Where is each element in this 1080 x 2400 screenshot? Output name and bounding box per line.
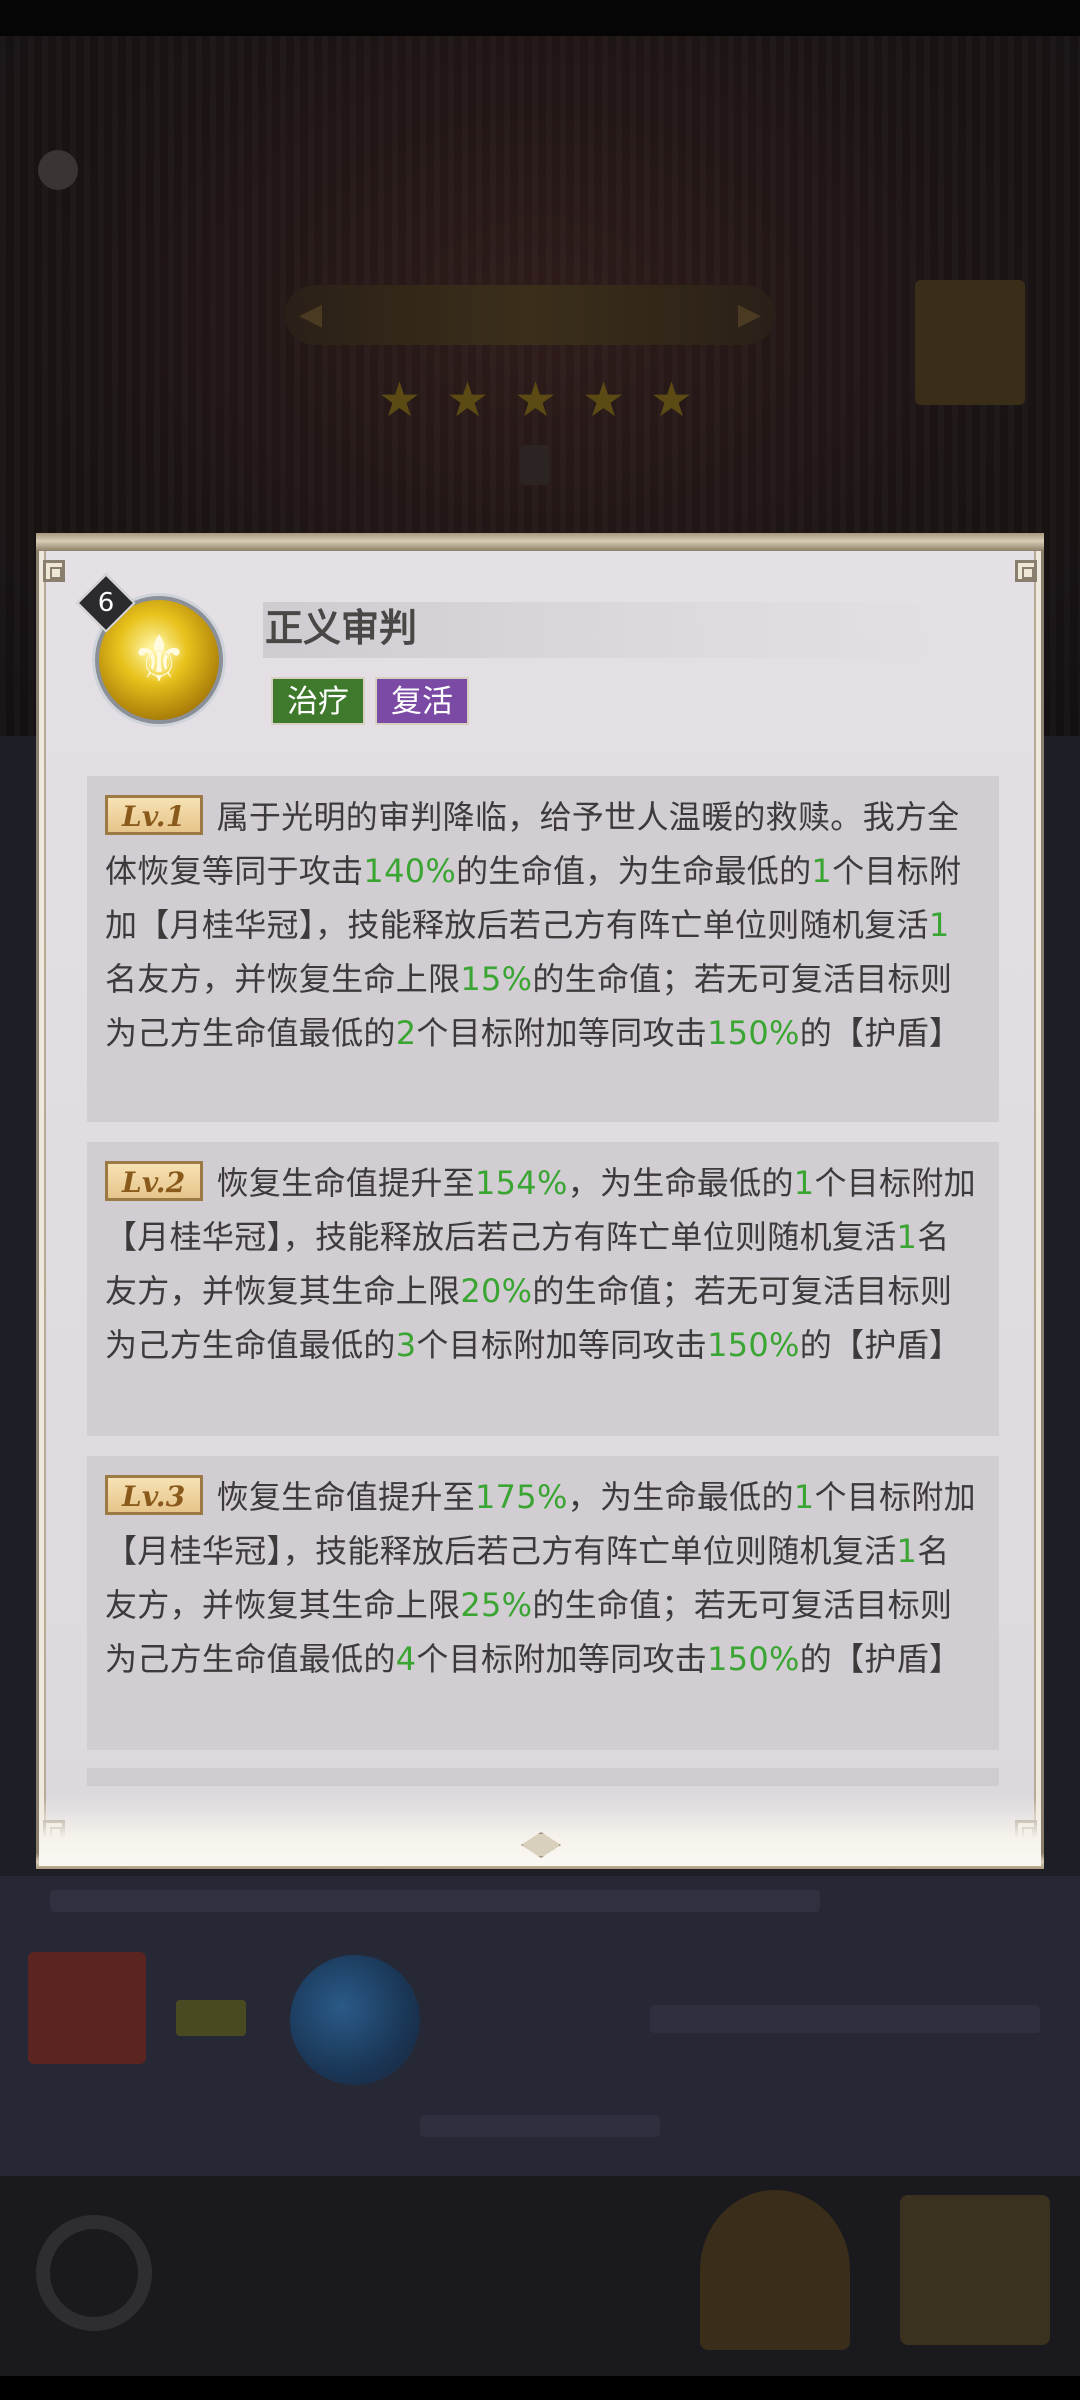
highlight-value: 150% xyxy=(707,1326,800,1364)
description-text: 的【护盾】 xyxy=(799,1014,962,1052)
highlight-value: 1 xyxy=(896,1532,918,1570)
highlight-value: 1 xyxy=(793,1164,815,1202)
level-badge: Lv.3 xyxy=(105,1475,203,1515)
pin-icon xyxy=(520,445,550,485)
system-nav-bar xyxy=(0,2376,1080,2400)
level-badge: Lv.1 xyxy=(105,795,203,835)
highlight-value: 1 xyxy=(928,906,950,944)
skill-orb-icon[interactable] xyxy=(290,1955,420,2085)
gear-icon[interactable] xyxy=(36,2215,152,2331)
description-text: 恢复生命值提升至 xyxy=(216,1164,475,1202)
level-description: Lv.1 属于光明的审判降临，给予世人温暖的救赎。我方全体恢复等同于攻击140%的… xyxy=(105,790,981,1060)
star-icon: ★ xyxy=(514,372,558,428)
description-text: 个目标附加等同攻击 xyxy=(416,1326,708,1364)
menu-item-icon[interactable] xyxy=(900,2195,1050,2345)
star-icon: ★ xyxy=(650,372,694,428)
back-icon[interactable] xyxy=(38,150,78,190)
skill-desc-line xyxy=(650,2005,1040,2033)
star-icon: ★ xyxy=(582,372,626,428)
level-card-1: Lv.1 属于光明的审判降临，给予世人温暖的救赎。我方全体恢复等同于攻击140%的… xyxy=(87,776,999,1122)
level-card-3: Lv.3 恢复生命值提升至175%，为生命最低的1个目标附加【月桂华冠】，技能释放… xyxy=(87,1456,999,1750)
side-card[interactable] xyxy=(915,280,1025,405)
status-bar xyxy=(0,0,1080,36)
skill-icon-wrapper: ⚜ 6 xyxy=(76,573,227,728)
star-icon: ★ xyxy=(446,372,490,428)
description-text: ，为生命最低的 xyxy=(567,1478,794,1516)
level-card-2: Lv.2 恢复生命值提升至154%，为生命最低的1个目标附加【月桂华冠】，技能释放… xyxy=(87,1142,999,1436)
star-icon: ★ xyxy=(378,372,422,428)
level-card-4-partial xyxy=(87,1768,999,1786)
skill-tags: 治疗 复活 xyxy=(271,677,469,725)
description-text: 名友方，并恢复生命上限 xyxy=(105,960,461,998)
level-chip xyxy=(176,2000,246,2036)
skill-slot-icon[interactable] xyxy=(28,1952,146,2064)
description-text: 个目标附加等同攻击 xyxy=(416,1640,708,1678)
skill-name: 正义审判 xyxy=(265,606,418,650)
description-text: 恢复生命值提升至 xyxy=(216,1478,475,1516)
dialog-top-border xyxy=(36,533,1044,551)
description-text: 个目标附加等同攻击 xyxy=(416,1014,708,1052)
description-text: ，为生命最低的 xyxy=(567,1164,794,1202)
tag-revive: 复活 xyxy=(375,677,469,725)
level-description: Lv.3 恢复生命值提升至175%，为生命最低的1个目标附加【月桂华冠】，技能释放… xyxy=(105,1470,981,1686)
highlight-value: 3 xyxy=(395,1326,417,1364)
corner-ornament-icon xyxy=(43,560,65,582)
menu-hero-icon[interactable] xyxy=(700,2190,850,2350)
highlight-value: 15% xyxy=(460,960,533,998)
highlight-value: 25% xyxy=(460,1586,533,1624)
hero-name-banner xyxy=(285,285,775,345)
level-description: Lv.2 恢复生命值提升至154%，为生命最低的1个目标附加【月桂华冠】，技能释放… xyxy=(105,1156,981,1372)
highlight-value: 140% xyxy=(363,852,457,890)
description-text: 的【护盾】 xyxy=(799,1326,962,1364)
highlight-value: 2 xyxy=(395,1014,417,1052)
highlight-value: 20% xyxy=(460,1272,533,1310)
corner-ornament-icon xyxy=(1015,560,1037,582)
highlight-value: 4 xyxy=(395,1640,417,1678)
highlight-value: 1 xyxy=(811,852,833,890)
description-text: 的【护盾】 xyxy=(799,1640,962,1678)
description-text: 的生命值，为生命最低的 xyxy=(456,852,812,890)
skill-summary-line xyxy=(50,1890,820,1912)
highlight-value: 150% xyxy=(707,1014,800,1052)
skill-detail-dialog: ⚜ 6 正义审判 治疗 复活 Lv.1 属于光明的审判降临，给予世人温暖的救赎。我… xyxy=(36,533,1044,1869)
level-badge: Lv.2 xyxy=(105,1161,203,1201)
tag-heal: 治疗 xyxy=(271,677,365,725)
skill-level-badge: 6 xyxy=(97,588,115,618)
highlight-value: 1 xyxy=(896,1218,918,1256)
skill-caption-line xyxy=(420,2115,660,2137)
highlight-value: 154% xyxy=(474,1164,568,1202)
highlight-value: 1 xyxy=(793,1478,815,1516)
highlight-value: 175% xyxy=(474,1478,568,1516)
highlight-value: 150% xyxy=(707,1640,800,1678)
